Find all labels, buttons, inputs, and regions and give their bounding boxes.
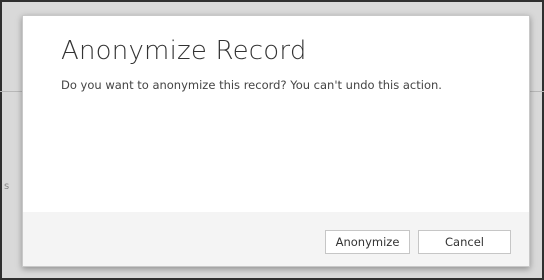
anonymize-button[interactable]: Anonymize [325, 230, 410, 254]
background-divider-left [0, 91, 22, 92]
background-stub-text: s [4, 181, 10, 192]
background-divider-right [530, 91, 544, 92]
dialog-message: Do you want to anonymize this record? Yo… [61, 78, 442, 92]
dialog-title: Anonymize Record [61, 36, 307, 66]
background-border-left [0, 0, 2, 280]
background-border-top [0, 0, 544, 2]
anonymize-dialog: Anonymize Record Do you want to anonymiz… [22, 15, 530, 267]
cancel-button[interactable]: Cancel [418, 230, 511, 254]
